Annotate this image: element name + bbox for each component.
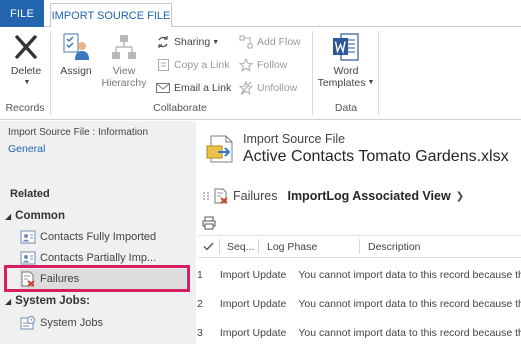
copy-link-label: Copy a Link bbox=[174, 59, 230, 71]
ribbon-tab-bar: FILE IMPORT SOURCE FILE bbox=[0, 0, 521, 28]
failures-highlight-box bbox=[4, 265, 190, 292]
cell-sequence: 2 bbox=[197, 297, 203, 310]
group-divider bbox=[312, 31, 313, 115]
nav-related-heading: Related bbox=[10, 188, 50, 200]
column-header-log-phase[interactable]: Log Phase bbox=[259, 241, 359, 253]
word-templates-label-line2: Templates bbox=[317, 77, 366, 89]
nav-group-system-jobs[interactable]: ◢ System Jobs: bbox=[5, 295, 90, 307]
print-icon[interactable] bbox=[202, 216, 216, 230]
copy-link-button[interactable]: Copy a Link bbox=[155, 56, 229, 74]
group-label-records: Records bbox=[5, 102, 45, 114]
sharing-button[interactable]: Sharing ▼ bbox=[155, 33, 219, 51]
chevron-down-icon: ▼ bbox=[212, 38, 220, 46]
group-label-collaborate: Collaborate bbox=[153, 102, 207, 114]
view-selector[interactable]: ImportLog Associated View bbox=[287, 189, 450, 203]
word-templates-label-line1: Word bbox=[333, 65, 359, 77]
group-label-data: Data bbox=[334, 102, 358, 114]
chevron-down-icon: ▼ bbox=[23, 79, 31, 86]
cell-description: You cannot import data to this record be… bbox=[298, 268, 521, 281]
sharing-label: Sharing bbox=[174, 36, 211, 48]
contacts-icon bbox=[20, 229, 36, 245]
cell-description: You cannot import data to this record be… bbox=[298, 297, 521, 310]
grip-dots-icon bbox=[203, 192, 209, 200]
column-header-description[interactable]: Description bbox=[360, 241, 521, 253]
unfollow-label: Unfollow bbox=[257, 82, 298, 94]
import-source-file-icon bbox=[205, 133, 237, 165]
chevron-down-icon[interactable]: ❯ bbox=[456, 191, 464, 202]
assign-button[interactable]: Assign bbox=[57, 31, 95, 77]
cell-sequence: 1 bbox=[197, 268, 203, 281]
table-row[interactable]: 3 Import Update You cannot import data t… bbox=[197, 318, 521, 344]
delete-button[interactable]: Delete ▼ bbox=[8, 31, 44, 89]
nav-item-label: System Jobs bbox=[40, 317, 103, 329]
chevron-down-icon: ▼ bbox=[367, 79, 375, 86]
tab-import-source-file[interactable]: IMPORT SOURCE FILE bbox=[50, 3, 172, 28]
collapse-triangle-icon: ◢ bbox=[5, 211, 12, 221]
follow-label: Follow bbox=[257, 59, 288, 71]
main-content: Import Source File Active Contacts Tomat… bbox=[197, 121, 521, 344]
delete-x-icon bbox=[10, 31, 42, 63]
contacts-icon bbox=[20, 250, 36, 266]
copy-link-icon bbox=[155, 57, 171, 73]
add-flow-button[interactable]: Add Flow bbox=[238, 33, 301, 51]
hierarchy-icon bbox=[108, 31, 140, 63]
subgrid-entity-label: Failures bbox=[233, 189, 278, 203]
nav-group-common[interactable]: ◢ Common bbox=[5, 210, 65, 222]
subgrid-header: Failures ImportLog Associated View ❯ bbox=[197, 185, 464, 207]
add-flow-label: Add Flow bbox=[257, 36, 301, 48]
follow-button[interactable]: Follow bbox=[238, 56, 287, 74]
assign-label: Assign bbox=[60, 65, 92, 77]
word-icon bbox=[330, 31, 362, 63]
ribbon: Delete ▼ Records Assign View Hierarchy S… bbox=[0, 27, 521, 120]
word-templates-label-line2-wrap: Templates ▼ bbox=[318, 77, 375, 89]
record-entity-type: Import Source File bbox=[243, 132, 346, 146]
nav-item-label: Contacts Partially Imp... bbox=[40, 252, 157, 264]
flow-icon bbox=[238, 34, 254, 50]
failures-icon bbox=[214, 188, 228, 204]
word-templates-button[interactable]: Word Templates ▼ bbox=[316, 31, 376, 89]
cell-log-phase: Import Update bbox=[219, 326, 287, 339]
nav-group-system-jobs-label: System Jobs: bbox=[15, 295, 90, 307]
unfollow-button[interactable]: Unfollow bbox=[238, 79, 297, 97]
nav-item-contacts-fully-imported[interactable]: Contacts Fully Imported bbox=[20, 227, 186, 247]
email-link-button[interactable]: Email a Link bbox=[155, 79, 231, 97]
tab-file[interactable]: FILE bbox=[0, 0, 44, 27]
select-all-checkmark-icon[interactable] bbox=[197, 242, 219, 251]
email-link-label: Email a Link bbox=[174, 82, 232, 94]
delete-label: Delete bbox=[10, 65, 42, 77]
cell-sequence: 3 bbox=[197, 326, 203, 339]
nav-group-common-label: Common bbox=[15, 210, 65, 222]
table-row[interactable]: 2 Import Update You cannot import data t… bbox=[197, 289, 521, 318]
sharing-icon bbox=[155, 34, 171, 50]
group-divider bbox=[50, 31, 51, 115]
column-header-sequence[interactable]: Seq... bbox=[220, 241, 258, 253]
cell-description: You cannot import data to this record be… bbox=[298, 326, 521, 339]
email-icon bbox=[155, 80, 171, 96]
assign-icon bbox=[60, 31, 92, 63]
grid-header-row: Seq... Log Phase Description bbox=[197, 235, 521, 258]
cell-log-phase: Import Update bbox=[219, 297, 287, 310]
left-navigation: Import Source File : Information General… bbox=[0, 121, 196, 344]
group-divider bbox=[378, 31, 379, 115]
nav-context-label: Import Source File : Information bbox=[8, 127, 149, 138]
unfollow-star-icon bbox=[238, 80, 254, 96]
table-row[interactable]: 1 Import Update You cannot import data t… bbox=[197, 260, 521, 289]
nav-item-system-jobs[interactable]: System Jobs bbox=[20, 313, 186, 333]
nav-general-link[interactable]: General bbox=[8, 143, 45, 155]
collapse-triangle-icon: ◢ bbox=[5, 296, 12, 306]
star-icon bbox=[238, 57, 254, 73]
system-jobs-icon bbox=[20, 315, 36, 331]
view-hierarchy-label-line1: View bbox=[112, 65, 136, 77]
view-hierarchy-button[interactable]: View Hierarchy bbox=[100, 31, 148, 89]
view-hierarchy-label-line2: Hierarchy bbox=[101, 77, 147, 89]
nav-item-label: Contacts Fully Imported bbox=[40, 231, 157, 243]
cell-log-phase: Import Update bbox=[219, 268, 287, 281]
record-title: Active Contacts Tomato Gardens.xlsx bbox=[243, 148, 509, 165]
